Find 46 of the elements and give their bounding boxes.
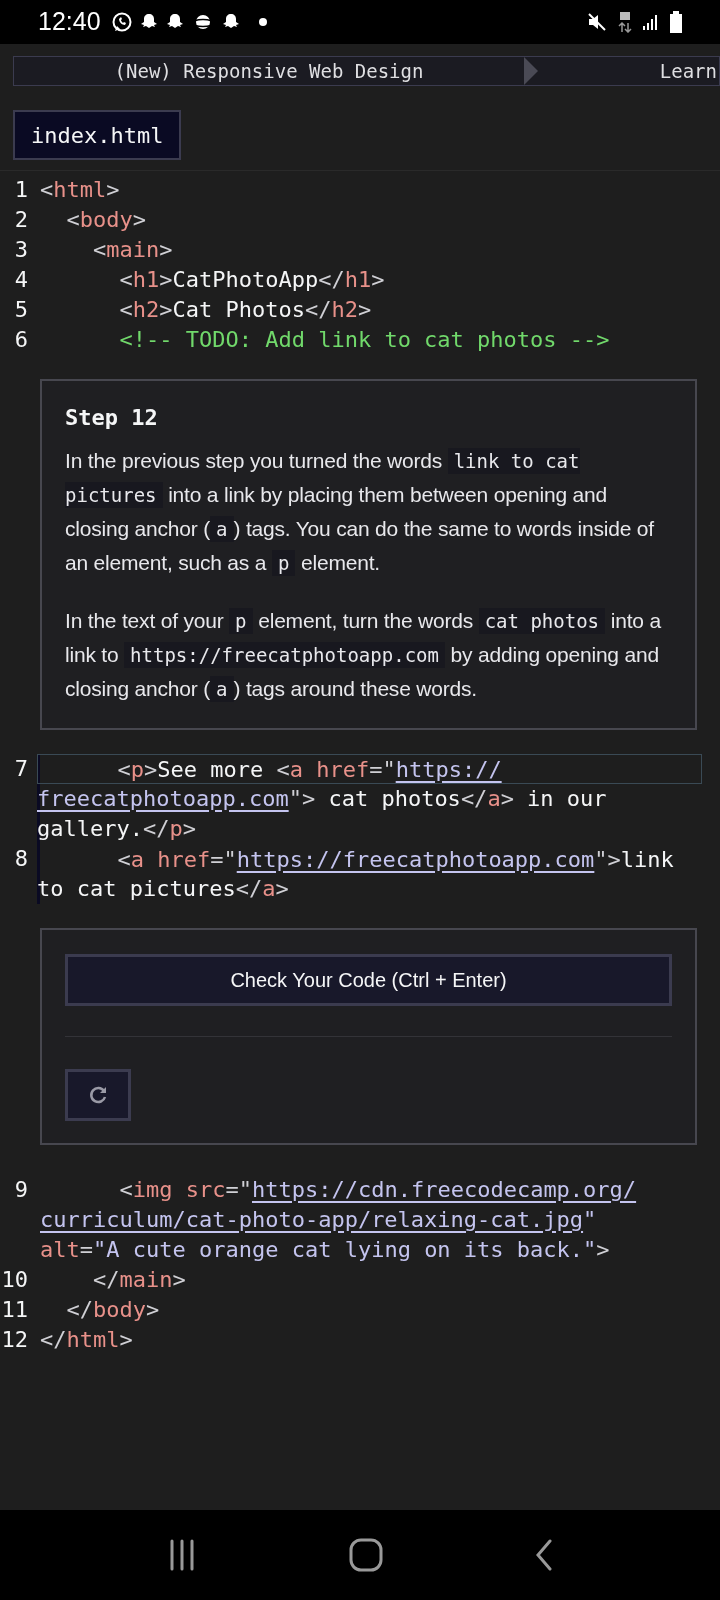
signal-icon [642,13,660,31]
line-number: 5 [13,296,28,324]
chevron-icon [524,57,538,85]
code-line: alt="A cute orange cat lying on its back."> [40,1236,611,1264]
file-tab[interactable]: index.html [13,110,182,160]
line-number: 2 [13,206,28,234]
step-instructions: In the text of your p element, turn the words cat photos into a link to https://freecatphotoapp.com by adding opening and closing anchor ( a ) tags around these words. [65,607,662,704]
code-line: <html> [40,176,121,204]
code-line: freecatphotoapp.com"> cat photos</a> in our [37,785,608,813]
line-number: 6 [13,326,28,354]
reset-icon [87,1084,109,1106]
code-line: <img src="https://cdn.freecodecamp.org/ [118,1176,638,1204]
line-number: 3 [13,236,28,264]
code-line: gallery.</p> [37,815,197,843]
code-line: <h1>CatPhotoApp</h1> [118,266,386,294]
home-icon[interactable] [349,1538,383,1572]
line-number: 9 [13,1176,28,1204]
line-number: 4 [13,266,28,294]
code-line: <main> [92,236,174,264]
code-line: curriculum/cat-photo-app/relaxing-cat.jpg" [40,1206,598,1234]
data-arrows-icon [618,11,632,33]
reset-button[interactable] [65,1069,131,1121]
code-line: </body> [65,1296,161,1324]
line-number: 12 [0,1326,28,1354]
code-line: <!-- TODO: Add link to cat photos --> [118,326,611,354]
line-number: 7 [13,755,28,783]
line-number: 11 [0,1296,28,1324]
line-number: 10 [0,1266,28,1294]
code-line: <body> [65,206,147,234]
step-title: Step 12 [65,404,159,432]
code-line: <a href="https://freecatphotoapp.com">link [116,846,675,874]
status-time: 12:40 [38,6,101,38]
code-line: </html> [40,1326,134,1354]
battery-icon [670,11,682,33]
code-line: </main> [92,1266,187,1294]
step-instructions: In the previous step you turned the words link to cat pictures into a link by placing them between opening and closing anchor ( a ) tags. You can do the same to words inside of an element, such as a p element. [65,447,655,578]
check-code-button[interactable]: Check Your Code (Ctrl + Enter) [65,954,672,1006]
code-line: to cat pictures</a> [37,875,290,903]
dot-icon [258,18,267,26]
line-number: 1 [13,176,28,204]
chat-icon [110,11,133,33]
code-line: <h2>Cat Photos</h2> [118,296,373,324]
line-number: 8 [13,845,28,873]
breadcrumb-link[interactable]: (New) Responsive Web Design [14,57,524,85]
breadcrumb-link[interactable]: Learn [659,57,719,85]
mute-icon [586,11,608,33]
